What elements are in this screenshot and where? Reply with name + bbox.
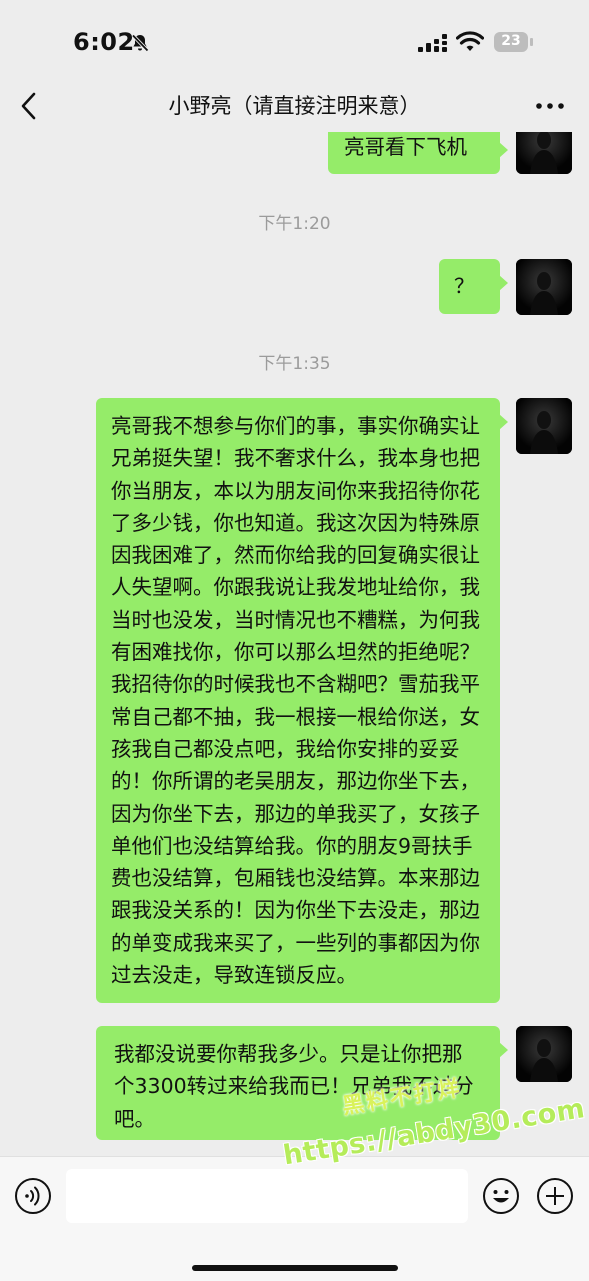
message-bubble[interactable]: 亮哥我不想参与你们的事，事实你确实让兄弟挺失望！我不奢求什么，我本身也把你当朋友… [96,398,508,1003]
message-text: 亮哥看下飞机 [344,135,467,159]
voice-icon[interactable] [14,1177,52,1215]
message-text: ？ [454,274,475,298]
avatar[interactable] [516,1026,572,1082]
wifi-icon [456,31,484,51]
avatar[interactable] [516,132,572,174]
message-text: 我都没说要你帮我多少。只是让你把那个3300转过来给我而已！兄弟我不过分吧。 [114,1042,474,1131]
message-bubble[interactable]: 我都没说要你帮我多少。只是让你把那个3300转过来给我而已！兄弟我不过分吧。 [96,1026,508,1140]
message-bubble[interactable]: ？ [439,259,508,314]
message-input[interactable] [66,1169,468,1223]
battery-icon: 23 [494,32,534,52]
chat-header: 小野亮（请直接注明来意） [0,80,589,132]
avatar[interactable] [516,259,572,315]
message-bubble[interactable]: 亮哥看下飞机 [328,132,508,174]
chat-messages[interactable]: 亮哥看下飞机 下午1:20 ？ 下午1:35 亮哥我不想参与你们的事，事实你确实… [0,132,589,1156]
ellipsis-icon[interactable] [535,100,565,112]
chevron-left-icon[interactable] [16,90,46,122]
timestamp: 下午1:20 [258,214,331,234]
avatar[interactable] [516,398,572,454]
battery-level: 23 [501,33,521,49]
cellular-signal-icon [418,34,447,52]
plus-icon[interactable] [536,1177,574,1215]
status-time: 6:02 [73,28,135,56]
input-bar [0,1156,589,1281]
emoji-icon[interactable] [482,1177,520,1215]
status-bar: 6:02 23 [0,0,589,80]
timestamp: 下午1:35 [258,354,331,374]
chat-title: 小野亮（请直接注明来意） [168,94,421,118]
message-text: 亮哥我不想参与你们的事，事实你确实让兄弟挺失望！我不奢求什么，我本身也把你当朋友… [111,414,480,988]
home-indicator [192,1265,398,1271]
bell-slash-icon [131,34,149,52]
